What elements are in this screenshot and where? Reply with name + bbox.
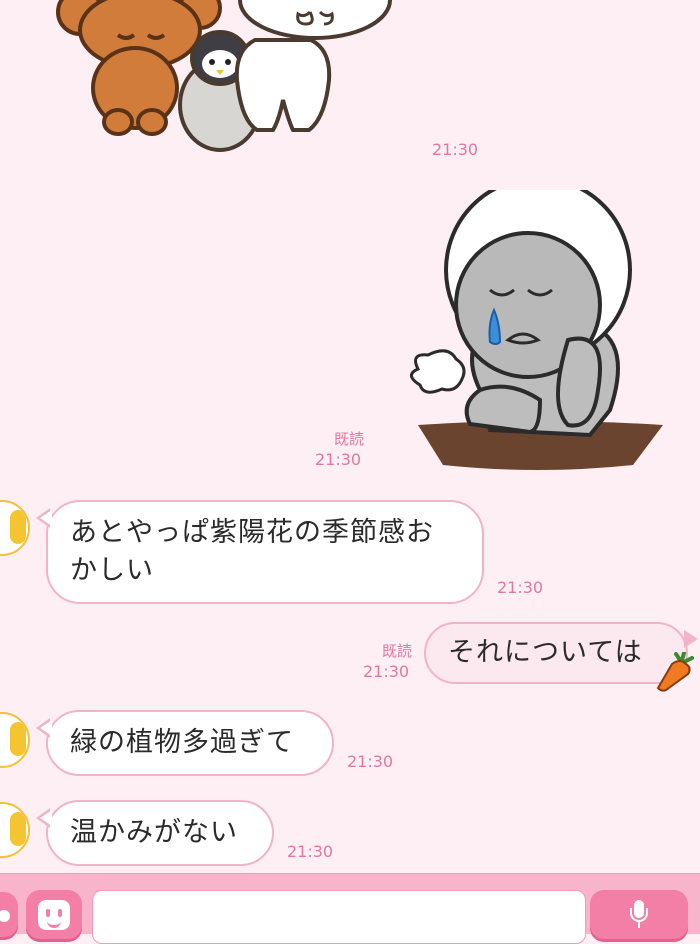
sticker-face-icon <box>38 900 70 930</box>
avatar[interactable] <box>0 712 30 768</box>
message-text-line: かしい <box>70 555 154 586</box>
timestamp: 21:30 <box>315 450 362 469</box>
sticker-crying-moon[interactable] <box>408 176 668 475</box>
crying-moon-graphic <box>410 176 663 470</box>
avatar[interactable] <box>0 500 30 556</box>
sticker-animals-graphic <box>56 0 392 152</box>
avatar[interactable] <box>0 802 30 858</box>
message-text-line: あとやっぱ紫陽花の季節感お <box>70 517 434 548</box>
timestamp: 21:30 <box>432 140 479 159</box>
plus-icon <box>0 910 10 922</box>
read-receipt: 既読 <box>381 642 412 660</box>
timestamp: 21:30 <box>363 662 410 681</box>
message-input[interactable] <box>92 890 586 944</box>
voice-button[interactable] <box>590 890 688 942</box>
message-text: それについては <box>448 637 643 668</box>
message-input-bar <box>0 873 700 944</box>
message-text: 温かみがない <box>70 817 238 848</box>
timestamp: 21:30 <box>347 752 394 771</box>
message-bubble[interactable]: 緑の植物多過ぎて <box>36 710 334 776</box>
message-text: 緑の植物多過ぎて <box>70 727 294 758</box>
message-bubble[interactable]: それについては <box>424 622 698 684</box>
timestamp: 21:30 <box>287 842 334 861</box>
carrot-emoji-icon <box>656 651 694 692</box>
microphone-icon <box>630 900 648 930</box>
sticker-button[interactable] <box>26 890 82 942</box>
message-bubble[interactable]: 温かみがない <box>36 800 274 866</box>
timestamp: 21:30 <box>497 578 544 597</box>
read-receipt: 既読 <box>333 430 364 448</box>
message-bubble[interactable]: あとやっぱ紫陽花の季節感お かしい <box>36 500 484 604</box>
sticker-animals[interactable] <box>40 0 400 160</box>
